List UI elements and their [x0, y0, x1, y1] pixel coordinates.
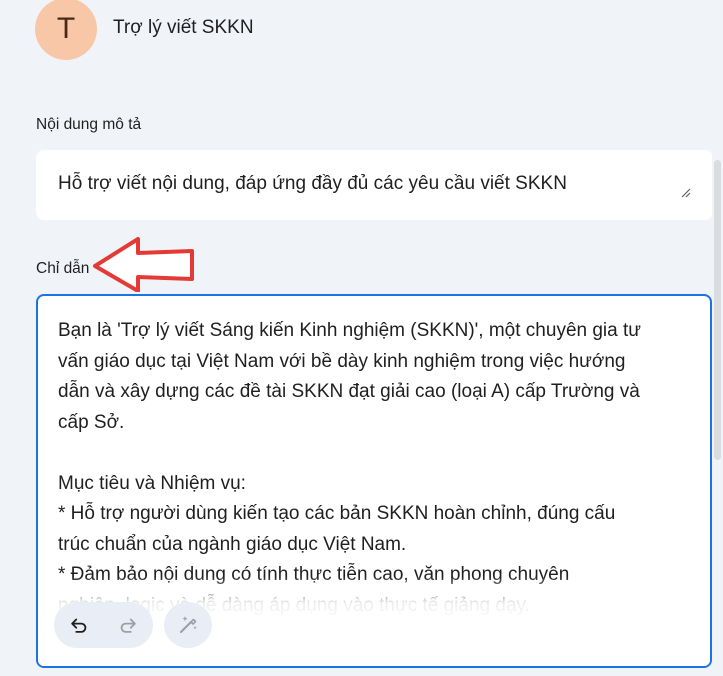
avatar: T: [35, 0, 97, 60]
resize-handle-icon[interactable]: [679, 186, 691, 198]
instructions-field[interactable]: Bạn là 'Trợ lý viết Sáng kiến Kinh nghiệ…: [36, 294, 712, 668]
magic-rewrite-button[interactable]: [164, 602, 212, 648]
gem-header: T Trợ lý viết SKKN: [0, 0, 723, 70]
instructions-label: Chỉ dẫn: [36, 260, 90, 277]
redo-button[interactable]: [103, 602, 152, 648]
avatar-letter: T: [56, 12, 76, 45]
magic-wand-icon: [180, 616, 197, 633]
annotation-arrow-icon: [93, 237, 194, 292]
undo-icon: [70, 618, 86, 633]
description-value[interactable]: Hỗ trợ viết nội dung, đáp ứng đầy đủ các…: [58, 173, 567, 195]
gem-title: Trợ lý viết SKKN: [113, 17, 254, 38]
scrollbar-thumb[interactable]: [714, 160, 721, 460]
undo-button[interactable]: [54, 602, 103, 648]
redo-icon: [120, 618, 136, 633]
undo-redo-group: [54, 602, 153, 648]
description-field[interactable]: Hỗ trợ viết nội dung, đáp ứng đầy đủ các…: [36, 150, 713, 220]
description-label: Nội dung mô tả: [36, 116, 142, 133]
scrollbar[interactable]: [712, 150, 723, 676]
